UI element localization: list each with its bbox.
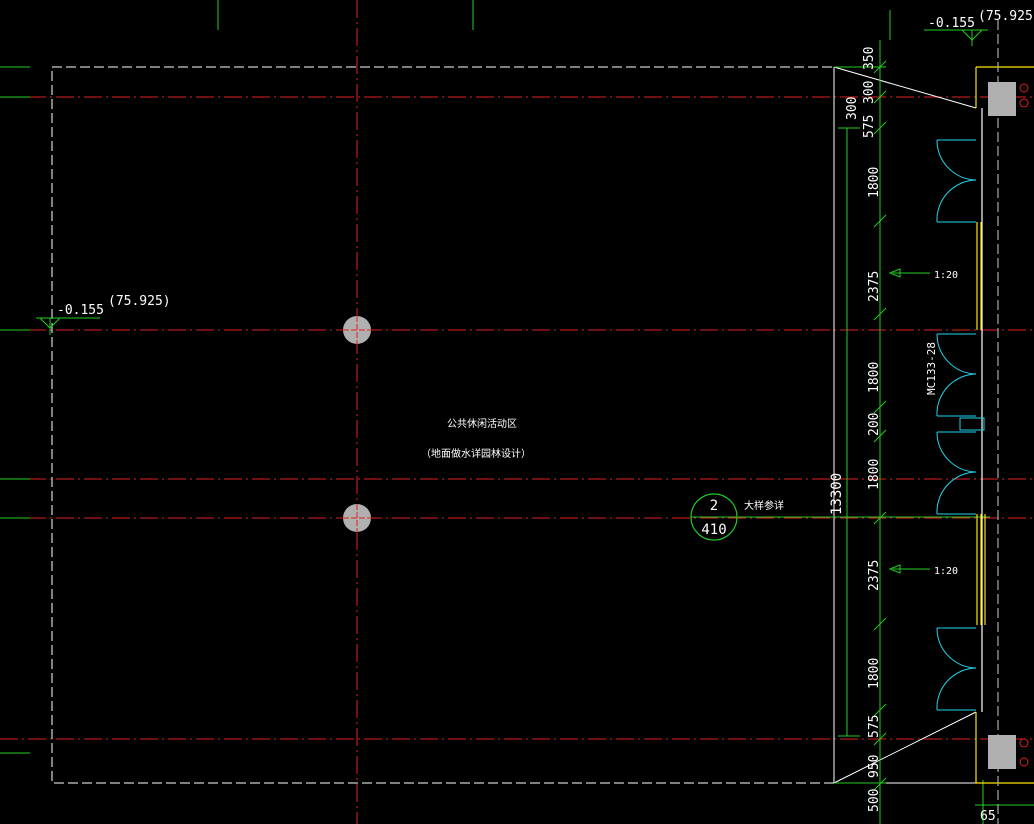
slope-label-1: 1:20 — [934, 270, 958, 281]
dim-1: 300 — [862, 81, 877, 104]
corner-diagonal-bottom — [833, 711, 977, 784]
slope-label-2: 1:20 — [934, 566, 958, 577]
cad-drawing-canvas[interactable]: 350 300 575 1800 2375 1800 200 1800 2375… — [0, 0, 1034, 824]
dim-11: 950 — [867, 755, 882, 778]
dimension-texts: 350 300 575 1800 2375 1800 200 1800 2375… — [829, 47, 996, 824]
level-value-1: -0.155 — [57, 303, 104, 318]
dim-8: 2375 — [867, 560, 882, 591]
dim-3: 1800 — [867, 167, 882, 198]
dim-12: 500 — [867, 789, 882, 812]
dim-10: 575 — [867, 715, 882, 738]
callout-sheet: 410 — [701, 522, 726, 538]
dim-4: 2375 — [867, 271, 882, 302]
door-tag: MC133-28 — [925, 342, 938, 395]
floor-plan-drawing: 350 300 575 1800 2375 1800 200 1800 2375… — [0, 0, 1034, 824]
level-absolute-1: (75.925) — [108, 294, 171, 309]
dim-0: 350 — [862, 47, 877, 70]
edge-columns — [988, 82, 1029, 769]
area-label-line1: 公共休闲活动区 — [447, 417, 517, 430]
callout-note: 大样参详 — [744, 499, 784, 512]
inner-dimension: 300 — [845, 97, 860, 120]
site-boundary — [51, 66, 835, 784]
grid-stubs — [0, 0, 1034, 824]
detail-callout-icon[interactable]: 2 410 — [690, 493, 738, 541]
total-dimension: 13300 — [829, 473, 845, 515]
wall-lines — [975, 20, 1034, 824]
level-value-2: -0.155 — [928, 16, 975, 31]
level-marker-icon — [36, 29, 988, 335]
callout-number: 2 — [710, 498, 718, 514]
dim-9: 1800 — [867, 658, 882, 689]
dim-5: 1800 — [867, 362, 882, 393]
area-label-line2: （地面做水详园林设计） — [421, 447, 531, 460]
dim-6: 200 — [867, 413, 882, 436]
axis-grid — [0, 0, 1034, 824]
bottom-dimension: 65 — [980, 809, 996, 824]
level-absolute-2: (75.925 — [978, 9, 1033, 24]
dim-2: 575 — [862, 115, 877, 138]
dim-7: 1800 — [867, 459, 882, 490]
